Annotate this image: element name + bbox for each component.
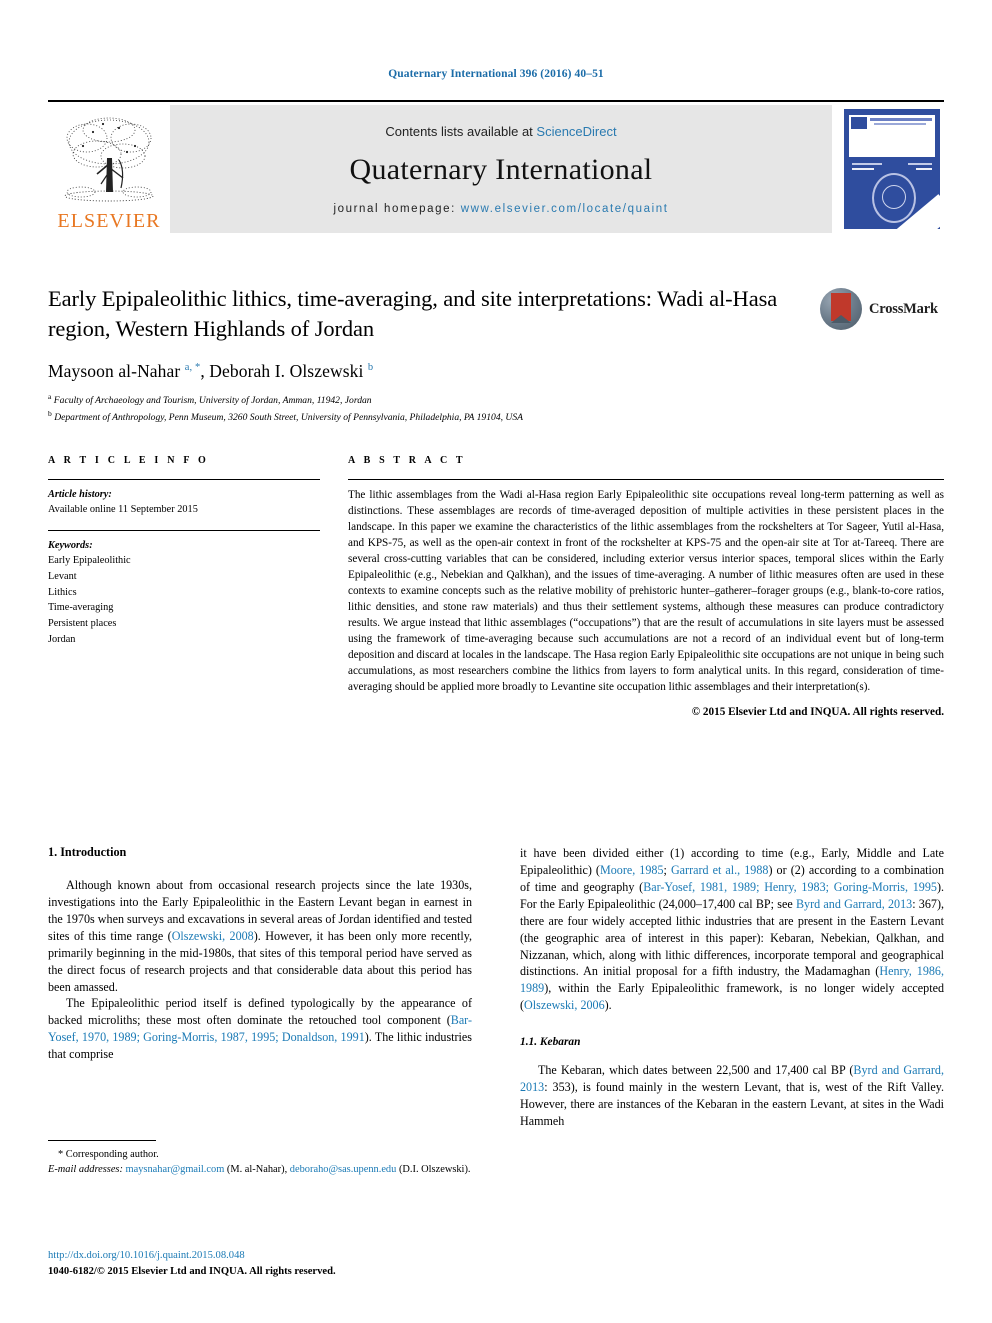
body-column-left: 1. Introduction Although known about fro… bbox=[48, 845, 472, 1130]
keyword-item: Early Epipaleolithic bbox=[48, 555, 131, 567]
body-column-right: it have been divided either (1) accordin… bbox=[520, 845, 944, 1130]
elsevier-wordmark: ELSEVIER bbox=[57, 210, 161, 232]
email-addresses-label: E-mail addresses: bbox=[48, 1164, 123, 1176]
email-addresses-line: E-mail addresses: maysnahar@gmail.com (M… bbox=[48, 1162, 472, 1177]
contents-lists-line: Contents lists available at ScienceDirec… bbox=[385, 124, 616, 139]
email-link-1[interactable]: maysnahar@gmail.com bbox=[126, 1164, 225, 1175]
contents-prefix: Contents lists available at bbox=[385, 123, 537, 139]
paper-page: Quaternary International 396 (2016) 40–5… bbox=[0, 0, 992, 1323]
keyword-item: Levant bbox=[48, 570, 77, 582]
kebaran-paragraph-1: The Kebaran, which dates between 22,500 … bbox=[520, 1063, 944, 1128]
section-heading-introduction: 1. Introduction bbox=[48, 845, 127, 859]
crossmark-label: CrossMark bbox=[869, 300, 938, 317]
journal-homepage-line: journal homepage: www.elsevier.com/locat… bbox=[333, 203, 668, 215]
subsection-heading-kebaran: 1.1. Kebaran bbox=[520, 1036, 581, 1049]
keyword-item: Time-averaging bbox=[48, 602, 114, 614]
keywords-label: Keywords: bbox=[48, 539, 93, 551]
email-owner-1: (M. al-Nahar), bbox=[226, 1164, 288, 1176]
footnote-rule bbox=[48, 1140, 156, 1141]
elsevier-logo: ELSEVIER bbox=[48, 105, 170, 233]
keywords-block: Keywords: Early Epipaleolithic Levant Li… bbox=[48, 529, 320, 647]
crossmark-icon bbox=[820, 288, 862, 330]
keyword-item: Lithics bbox=[48, 586, 77, 598]
article-history-block: Article history: Available online 11 Sep… bbox=[48, 479, 320, 518]
corresponding-author-text: * Corresponding author. bbox=[58, 1149, 159, 1160]
crossmark-badge[interactable]: CrossMark bbox=[820, 288, 940, 330]
abstract-text: The lithic assemblages from the Wadi al-… bbox=[348, 479, 944, 695]
abstract-copyright: © 2015 Elsevier Ltd and INQUA. All right… bbox=[691, 706, 944, 719]
affiliation-a-text: Faculty of Archaeology and Tourism, Univ… bbox=[53, 395, 372, 407]
affiliation-a: a Faculty of Archaeology and Tourism, Un… bbox=[48, 392, 372, 407]
affiliations: a Faculty of Archaeology and Tourism, Un… bbox=[48, 391, 808, 425]
homepage-url[interactable]: www.elsevier.com/locate/quaint bbox=[461, 203, 669, 215]
keyword-item: Jordan bbox=[48, 633, 76, 645]
doi-link[interactable]: http://dx.doi.org/10.1016/j.quaint.2015.… bbox=[48, 1248, 472, 1264]
article-history-value: Available online 11 September 2015 bbox=[48, 504, 198, 516]
corresponding-author-note: * Corresponding author. E-mail addresses… bbox=[48, 1147, 472, 1177]
article-title: Early Epipaleolithic lithics, time-avera… bbox=[48, 286, 778, 341]
journal-masthead: ELSEVIER Contents lists available at Sci… bbox=[48, 100, 944, 233]
sciencedirect-link[interactable]: ScienceDirect bbox=[536, 124, 616, 139]
elsevier-tree-icon bbox=[64, 117, 154, 202]
intro-paragraph-3: it have been divided either (1) accordin… bbox=[520, 846, 944, 1013]
body-columns: 1. Introduction Although known about fro… bbox=[48, 845, 944, 1130]
running-head: Quaternary International 396 (2016) 40–5… bbox=[388, 68, 604, 80]
masthead-center: Contents lists available at ScienceDirec… bbox=[170, 105, 832, 233]
journal-cover-thumbnail bbox=[836, 105, 944, 233]
doi-block: http://dx.doi.org/10.1016/j.quaint.2015.… bbox=[48, 1248, 472, 1280]
author-list: Maysoon al-Nahar a, *, Deborah I. Olszew… bbox=[48, 361, 374, 382]
intro-paragraph-2: The Epipaleolithic period itself is defi… bbox=[48, 996, 472, 1062]
title-block: Early Epipaleolithic lithics, time-avera… bbox=[48, 284, 808, 426]
article-history-label: Article history: bbox=[48, 489, 112, 500]
keyword-item: Persistent places bbox=[48, 617, 117, 629]
article-info-column: Article history: Available online 11 Sep… bbox=[48, 479, 320, 718]
info-abstract-section: A R T I C L E I N F O A B S T R A C T Ar… bbox=[48, 455, 944, 718]
issn-copyright-line: 1040-6182/© 2015 Elsevier Ltd and INQUA.… bbox=[48, 1265, 336, 1277]
email-link-2[interactable]: deborahо@sas.upenn.edu bbox=[290, 1164, 397, 1175]
homepage-label: journal homepage: bbox=[333, 202, 456, 215]
affiliation-b-text: Department of Anthropology, Penn Museum,… bbox=[54, 412, 523, 424]
email-owner-2: (D.I. Olszewski). bbox=[398, 1164, 471, 1176]
abstract-column: The lithic assemblages from the Wadi al-… bbox=[348, 479, 944, 718]
footnote-block: * Corresponding author. E-mail addresses… bbox=[48, 1140, 472, 1177]
affiliation-b: b Department of Anthropology, Penn Museu… bbox=[48, 409, 523, 424]
journal-title: Quaternary International bbox=[349, 152, 653, 186]
intro-paragraph-1: Although known about from occasional res… bbox=[48, 878, 473, 994]
abstract-heading: A B S T R A C T bbox=[348, 455, 466, 466]
article-info-heading: A R T I C L E I N F O bbox=[48, 455, 209, 466]
